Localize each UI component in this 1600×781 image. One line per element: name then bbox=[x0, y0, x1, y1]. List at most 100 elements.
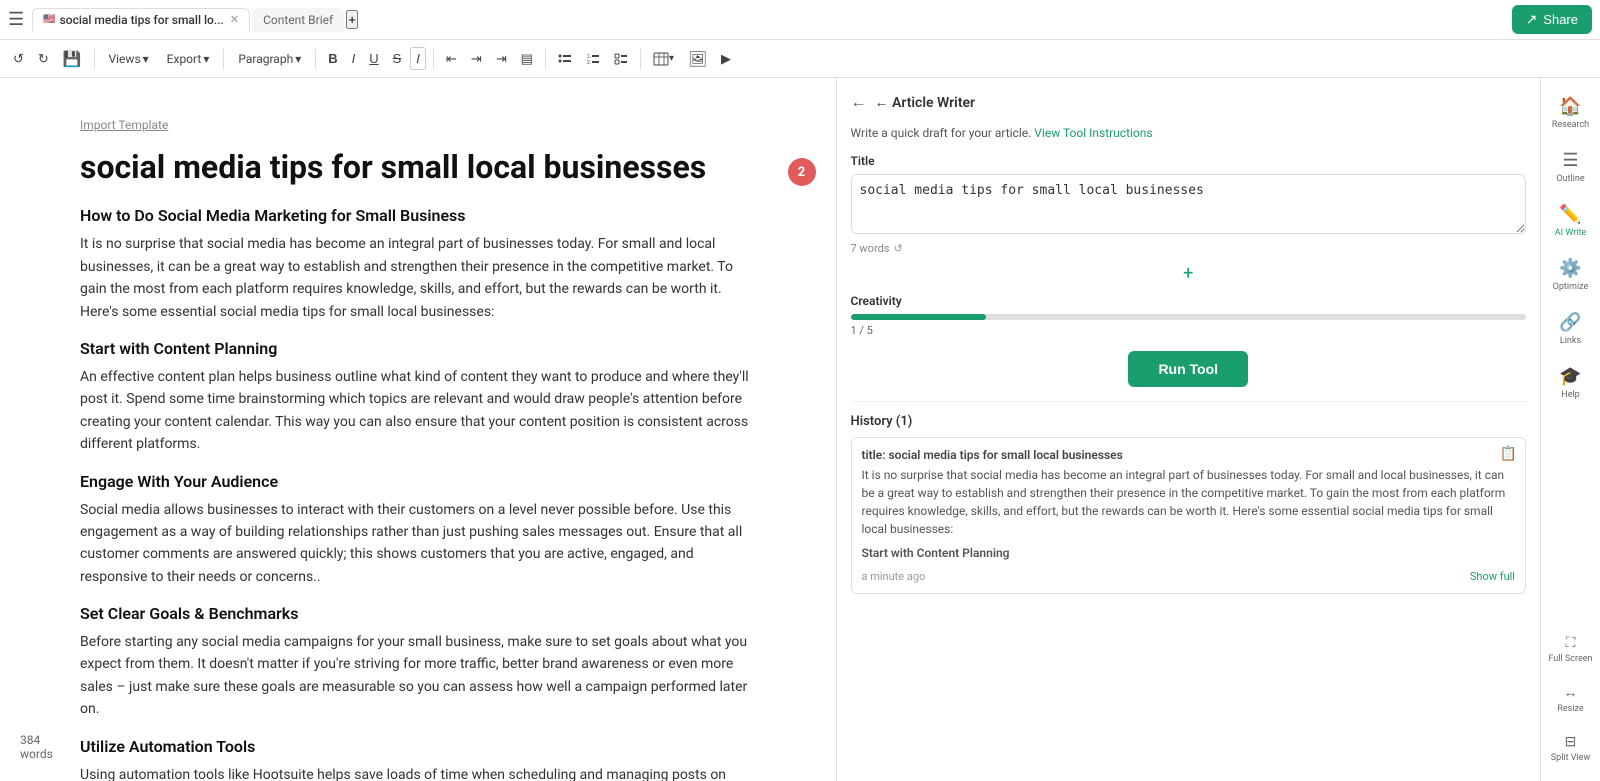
section-3-heading[interactable]: Engage With Your Audience bbox=[80, 472, 756, 491]
strikethrough-button[interactable]: S bbox=[388, 48, 407, 69]
history-copy-icon[interactable]: 📋 bbox=[1500, 446, 1517, 462]
checklist-button[interactable] bbox=[609, 49, 633, 69]
align-left-button[interactable]: ⇤ bbox=[441, 48, 462, 70]
notification-badge[interactable]: 2 bbox=[788, 158, 816, 186]
add-tab-button[interactable]: + bbox=[346, 10, 358, 29]
word-count-row: 7 words ↺ bbox=[851, 242, 1527, 255]
export-chevron: ▾ bbox=[203, 52, 209, 66]
sidebar-item-optimize[interactable]: ⚙️ Optimize bbox=[1541, 248, 1600, 302]
history-card-body: It is no surprise that social media has … bbox=[862, 468, 1506, 536]
sidebar-item-outline[interactable]: ☰ Outline bbox=[1541, 140, 1600, 194]
sidebar-item-resize[interactable]: ↔ Resize bbox=[1541, 674, 1600, 724]
section-4-heading[interactable]: Set Clear Goals & Benchmarks bbox=[80, 604, 756, 623]
tab-document[interactable]: 🇺🇸 social media tips for small lo... ✕ bbox=[32, 8, 250, 32]
tab1-label: social media tips for small lo... bbox=[60, 13, 224, 27]
toolbar-separator-2 bbox=[223, 49, 224, 69]
tab-group: ☰ 🇺🇸 social media tips for small lo... ✕… bbox=[8, 8, 1508, 32]
document-title[interactable]: social media tips for small local busine… bbox=[80, 148, 756, 186]
toolbar-separator-3 bbox=[315, 49, 316, 69]
align-right-button[interactable]: ⇤ bbox=[491, 48, 512, 70]
toolbar-separator-4 bbox=[433, 49, 434, 69]
word-count-number: 384 bbox=[20, 733, 40, 747]
outline-icon: ☰ bbox=[1562, 150, 1578, 171]
word-count-value: 7 words bbox=[851, 242, 890, 255]
toolbar-separator-5 bbox=[545, 49, 546, 69]
run-tool-button[interactable]: Run Tool bbox=[1128, 351, 1248, 387]
paragraph-label: Paragraph bbox=[238, 52, 293, 66]
toolbar: ↺ ↻ 💾 Views ▾ Export ▾ Paragraph ▾ B I U… bbox=[0, 40, 1600, 78]
section-2-heading[interactable]: Start with Content Planning bbox=[80, 339, 756, 358]
tab-favicon: 🇺🇸 bbox=[43, 14, 55, 25]
panel-title: ← Article Writer bbox=[875, 94, 976, 111]
underline-button[interactable]: U bbox=[364, 48, 383, 69]
sidebar-label-help: Help bbox=[1561, 390, 1579, 400]
sidebar-label-research: Research bbox=[1552, 120, 1589, 130]
split-view-icon: ⊟ bbox=[1565, 734, 1577, 750]
italic2-button[interactable]: I bbox=[410, 47, 426, 70]
sidebar-label-outline: Outline bbox=[1556, 174, 1584, 184]
show-full-link[interactable]: Show full bbox=[1470, 570, 1515, 583]
ai-write-icon: ✏️ bbox=[1559, 204, 1581, 225]
paragraph-1[interactable]: It is no surprise that social media has … bbox=[80, 233, 756, 323]
history-time: a minute ago bbox=[862, 570, 926, 583]
history-card-heading: Start with Content Planning bbox=[862, 544, 1516, 562]
sidebar-item-ai-write[interactable]: ✏️ AI Write bbox=[1541, 194, 1600, 248]
paragraph-3[interactable]: Social media allows businesses to intera… bbox=[80, 499, 756, 589]
creativity-slider-row bbox=[851, 314, 1527, 320]
italic-button[interactable]: I bbox=[347, 48, 361, 69]
paragraph-4[interactable]: Before starting any social media campaig… bbox=[80, 631, 756, 721]
creativity-label: Creativity bbox=[851, 294, 1527, 308]
creativity-bar-bg[interactable] bbox=[851, 314, 1527, 320]
ai-panel: ← ← Article Writer Write a quick draft f… bbox=[836, 78, 1541, 781]
views-dropdown[interactable]: Views ▾ bbox=[102, 48, 156, 70]
tab1-close[interactable]: ✕ bbox=[230, 13, 239, 26]
sidebar-label-split-view: Split View bbox=[1551, 753, 1590, 763]
creativity-value: 1 / 5 bbox=[851, 324, 1527, 337]
share-label: Share bbox=[1543, 12, 1578, 27]
section-1-heading[interactable]: How to Do Social Media Marketing for Sma… bbox=[80, 206, 756, 225]
save-button[interactable]: 💾 bbox=[58, 47, 87, 71]
export-dropdown[interactable]: Export ▾ bbox=[160, 48, 217, 70]
toolbar-separator-6 bbox=[640, 49, 641, 69]
history-card-title: title: social media tips for small local… bbox=[862, 448, 1516, 462]
toolbar-separator-1 bbox=[94, 49, 95, 69]
paragraph-dropdown[interactable]: Paragraph ▾ bbox=[231, 48, 308, 70]
sidebar-label-ai-write: AI Write bbox=[1555, 228, 1586, 238]
sidebar-item-help[interactable]: 🎓 Help bbox=[1541, 356, 1600, 410]
word-count-footer: 384 words bbox=[20, 733, 53, 761]
links-icon: 🔗 bbox=[1559, 312, 1581, 333]
section-5-heading[interactable]: Utilize Automation Tools bbox=[80, 737, 756, 756]
bullet-list-button[interactable] bbox=[553, 49, 577, 69]
image-button[interactable]: 🖼 bbox=[683, 47, 712, 71]
svg-text:2.: 2. bbox=[587, 60, 591, 66]
menu-icon[interactable]: ☰ bbox=[8, 9, 24, 30]
share-button[interactable]: ↗ Share bbox=[1512, 5, 1592, 34]
tab-content-brief[interactable]: Content Brief bbox=[252, 8, 344, 32]
redo-button[interactable]: ↻ bbox=[33, 48, 54, 70]
sidebar-item-fullscreen[interactable]: ⛶ Full Screen bbox=[1541, 625, 1600, 674]
paragraph-5[interactable]: Using automation tools like Hootsuite he… bbox=[80, 764, 756, 781]
align-justify-button[interactable]: ▤ bbox=[516, 48, 538, 70]
views-label: Views bbox=[109, 52, 141, 66]
paragraph-chevron: ▾ bbox=[295, 52, 301, 66]
sidebar-item-research[interactable]: 🏠 Research bbox=[1541, 86, 1600, 140]
title-input[interactable]: social media tips for small local busine… bbox=[851, 174, 1527, 234]
help-icon: 🎓 bbox=[1559, 366, 1581, 387]
word-count-refresh[interactable]: ↺ bbox=[893, 242, 902, 255]
add-field-button[interactable]: + bbox=[851, 263, 1527, 284]
table-button[interactable]: ▾ bbox=[648, 49, 679, 69]
paragraph-2[interactable]: An effective content plan helps business… bbox=[80, 366, 756, 456]
back-button[interactable]: ← bbox=[851, 92, 867, 112]
ordered-list-button[interactable]: 1.2. bbox=[581, 49, 605, 69]
bold-button[interactable]: B bbox=[323, 48, 342, 69]
import-template-link[interactable]: Import Template bbox=[80, 118, 756, 132]
undo-button[interactable]: ↺ bbox=[8, 48, 29, 70]
view-instructions-link[interactable]: View Tool Instructions bbox=[1034, 126, 1152, 140]
sidebar-label-optimize: Optimize bbox=[1553, 282, 1589, 292]
media-button[interactable]: ▶ bbox=[716, 48, 736, 70]
tab2-label: Content Brief bbox=[263, 13, 333, 27]
editor-area[interactable]: Import Template social media tips for sm… bbox=[0, 78, 836, 781]
align-center-button[interactable]: ⇥ bbox=[466, 48, 487, 70]
sidebar-item-links[interactable]: 🔗 Links bbox=[1541, 302, 1600, 356]
sidebar-item-split-view[interactable]: ⊟ Split View bbox=[1541, 724, 1600, 773]
